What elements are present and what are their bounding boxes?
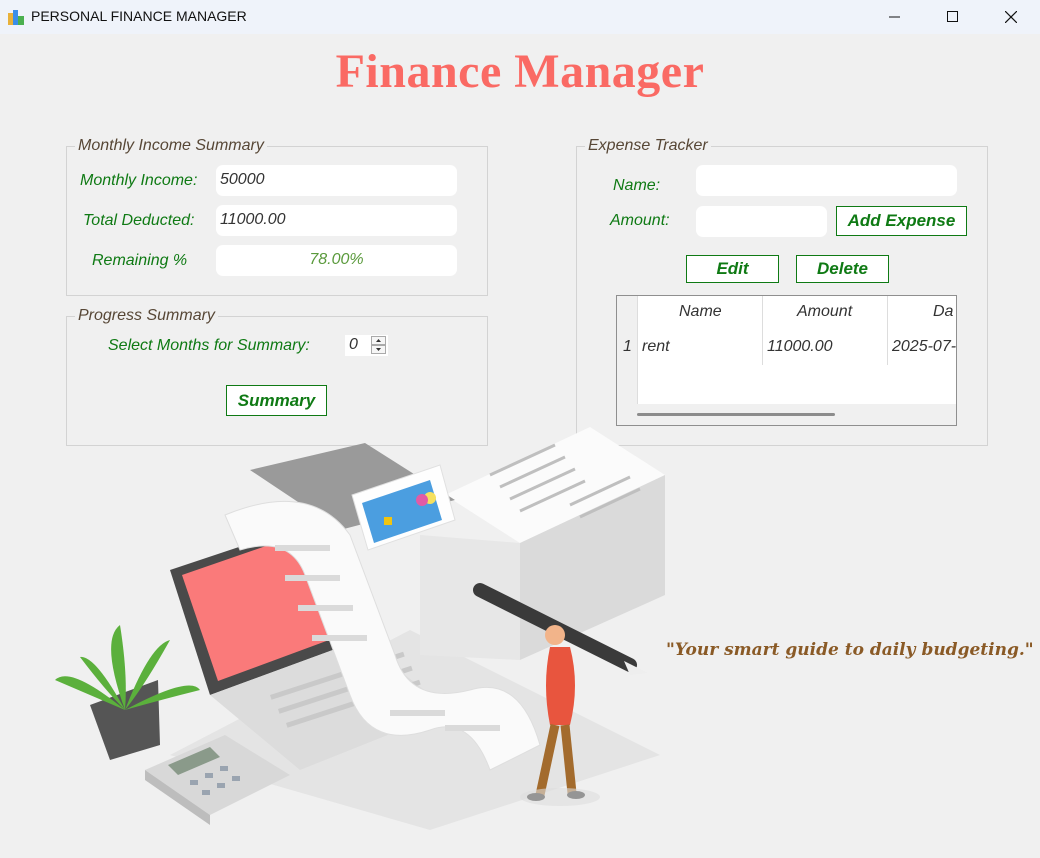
column-header-amount[interactable]: Amount <box>797 303 852 321</box>
title-bar: PERSONAL FINANCE MANAGER <box>0 0 1040 34</box>
minimize-icon <box>889 16 900 18</box>
edit-button[interactable]: Edit <box>686 255 779 283</box>
progress-summary-title: Progress Summary <box>75 307 218 325</box>
expense-table[interactable]: Name Amount Da 1 rent 11000.00 2025-07- <box>616 295 957 426</box>
total-deducted-field[interactable]: 11000.00 <box>216 205 457 236</box>
summary-button[interactable]: Summary <box>226 385 327 416</box>
chevron-up-icon <box>376 339 381 342</box>
chevron-down-icon <box>376 348 381 351</box>
row-date: 2025-07- <box>892 338 957 355</box>
maximize-button[interactable] <box>924 0 982 34</box>
monthly-income-label: Monthly Income: <box>80 172 198 189</box>
row-index: 1 <box>623 338 632 355</box>
delete-button[interactable]: Delete <box>796 255 889 283</box>
tagline-quote: "Your smart guide to daily budgeting." <box>666 640 1034 660</box>
remaining-percent-field: 78.00% <box>216 245 457 276</box>
months-stepper[interactable]: 0 <box>345 335 388 356</box>
finance-illustration <box>55 427 665 830</box>
monthly-income-field[interactable]: 50000 <box>216 165 457 196</box>
stepper-up-button[interactable] <box>371 336 386 345</box>
table-empty-area <box>637 365 956 404</box>
expense-amount-label: Amount: <box>610 212 670 229</box>
close-icon <box>1005 11 1017 23</box>
add-expense-button[interactable]: Add Expense <box>836 206 967 236</box>
column-header-date[interactable]: Da <box>933 303 953 321</box>
months-label: Select Months for Summary: <box>108 337 310 354</box>
app-icon <box>8 10 24 25</box>
maximize-icon <box>947 11 958 22</box>
row-amount: 11000.00 <box>767 338 833 355</box>
months-value: 0 <box>349 336 358 353</box>
column-header-name[interactable]: Name <box>679 303 722 321</box>
stepper-down-button[interactable] <box>371 345 386 354</box>
horizontal-scrollbar[interactable] <box>637 413 835 416</box>
expense-name-field[interactable] <box>696 165 957 196</box>
window-title: PERSONAL FINANCE MANAGER <box>31 8 247 24</box>
row-name: rent <box>642 338 670 355</box>
expense-tracker-title: Expense Tracker <box>585 137 711 155</box>
income-summary-title: Monthly Income Summary <box>75 137 267 155</box>
page-title: Finance Manager <box>335 45 705 98</box>
expense-amount-field[interactable] <box>696 206 827 237</box>
expense-name-label: Name: <box>613 177 661 194</box>
close-button[interactable] <box>982 0 1040 34</box>
minimize-button[interactable] <box>866 0 924 34</box>
total-deducted-label: Total Deducted: <box>83 212 195 229</box>
remaining-label: Remaining % <box>92 252 188 269</box>
